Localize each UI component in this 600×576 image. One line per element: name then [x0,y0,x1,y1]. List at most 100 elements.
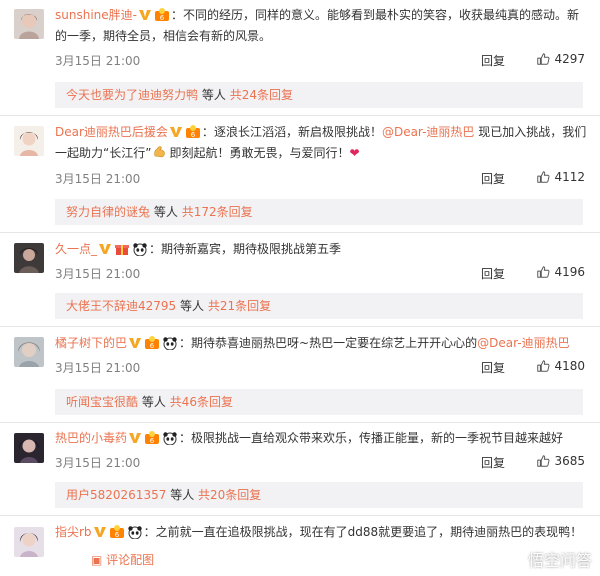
divider [0,515,600,516]
timestamp: 3月15日 21:00 [55,172,141,186]
sub-replies-box[interactable]: 努力自律的谜兔 等人 共172条回复 [55,199,583,225]
sub-replies-box[interactable]: 用户5820261357 等人 共20条回复 [55,482,583,508]
like-count: 4180 [554,359,585,373]
colon: ： [179,336,192,350]
comment-body-end: 即刻起航！勇敢无畏，与爱同行！ [169,146,350,160]
comment-meta: 3月15日 21:00 回复 4196 [55,265,585,283]
username-link[interactable]: 热巴的小毒药 [55,431,127,445]
vip-badge-icon[interactable] [138,8,152,22]
avatar-image [14,126,44,156]
sub-reply-user[interactable]: 听闻宝宝很酷 [66,395,138,409]
sub-reply-total-link[interactable]: 共21条回复 [208,299,271,313]
reply-button[interactable]: 回复 [481,170,505,187]
like-button[interactable]: 4112 [536,170,585,184]
mention-link[interactable]: @Dear-迪丽热巴 [477,336,569,350]
reply-button[interactable]: 回复 [481,454,505,471]
watermark-text: 悟空问答 [527,551,592,570]
comment-text: Dear迪丽热巴后援会 ：逐浪长江滔滔，新启极限挑战！@Dear-迪丽热巴 现已加… [55,122,587,164]
vip-badge-icon[interactable] [128,431,142,445]
wukong-logo-icon [498,547,523,571]
reply-button[interactable]: 回复 [481,52,505,69]
like-button[interactable]: 3685 [536,454,585,468]
colon: ： [179,431,192,445]
thumbs-up-icon [536,52,550,66]
avatar[interactable] [14,433,44,463]
avatar-image [14,527,44,557]
sub-replies-box[interactable]: 今天也要为了迪迪努力鸭 等人 共24条回复 [55,82,583,108]
divider [0,115,600,116]
comment-body: 逐浪长江滔滔，新启极限挑战！ [213,125,382,139]
avatar[interactable] [14,243,44,273]
avatar-image [14,243,44,273]
comment-body: 之前就一直在追极限挑战，现在有了dd88就更要追了，期待迪丽热巴的表现鸭！ [155,525,583,539]
sub-reply-etc: 等人 [170,488,195,502]
thumbs-up-icon [536,359,550,373]
muscle-emoji-icon [152,144,168,160]
vip-badge-icon[interactable] [128,336,142,350]
divider [0,232,600,233]
colon: ： [149,242,162,256]
timestamp: 3月15日 21:00 [55,456,141,470]
fan-level-badge-icon[interactable] [144,431,160,445]
sub-reply-total-link[interactable]: 共20条回复 [198,488,261,502]
thumbs-up-icon [536,454,550,468]
panda-badge-icon[interactable] [132,242,148,256]
comment-picture-label: 评论配图 [106,553,155,567]
heart-emoji-icon: ❤ [349,146,360,160]
sub-reply-total-link[interactable]: 共172条回复 [182,205,253,219]
avatar[interactable] [14,527,44,557]
sub-reply-total-link[interactable]: 共46条回复 [170,395,233,409]
comment-text: 久一点_ ：期待新嘉宾，期待极限挑战第五季 [55,239,587,260]
panda-badge-icon[interactable] [127,525,143,539]
like-button[interactable]: 4180 [536,359,585,373]
sub-replies-box[interactable]: 大佬王不辞迪42795 等人 共21条回复 [55,293,583,319]
username-link[interactable]: Dear迪丽热巴后援会 [55,125,168,139]
comment-meta: 3月15日 21:00 回复 4297 [55,52,585,70]
like-button[interactable]: 4297 [536,52,585,66]
avatar-image [14,433,44,463]
vip-badge-icon[interactable] [98,242,112,256]
username-link[interactable]: 指尖rb [55,525,92,539]
sub-reply-user[interactable]: 大佬王不辞迪42795 [66,299,176,313]
vip-badge-icon[interactable] [93,525,107,539]
like-count: 4196 [554,265,585,279]
divider [0,326,600,327]
sub-reply-user[interactable]: 努力自律的谜兔 [66,205,150,219]
sub-replies-box[interactable]: 听闻宝宝很酷 等人 共46条回复 [55,389,583,415]
thumbs-up-icon [536,265,550,279]
sub-reply-user[interactable]: 今天也要为了迪迪努力鸭 [66,88,198,102]
username-link[interactable]: 橘子树下的巴 [55,336,127,350]
mention-link[interactable]: @Dear-迪丽热巴 [382,125,474,139]
reply-button[interactable]: 回复 [481,359,505,376]
colon: ： [201,125,214,139]
panda-badge-icon[interactable] [162,431,178,445]
avatar[interactable] [14,9,44,39]
panda-badge-icon[interactable] [162,336,178,350]
reply-button[interactable]: 回复 [481,265,505,282]
username-link[interactable]: sunshine胖迪- [55,8,137,22]
timestamp: 3月15日 21:00 [55,54,141,68]
comment-picture-link[interactable]: ▣ 评论配图 [91,552,154,568]
avatar[interactable] [14,337,44,367]
fan-level-badge-icon[interactable] [154,8,170,22]
comment-meta: 3月15日 21:00 回复 4112 [55,170,585,188]
like-count: 3685 [554,454,585,468]
sub-reply-total-link[interactable]: 共24条回复 [230,88,293,102]
comment-body: 极限挑战一直给观众带来欢乐，传播正能量，新的一季祝节目越来越好 [191,431,564,445]
like-count: 4112 [554,170,585,184]
colon: ： [170,8,183,22]
sub-reply-user[interactable]: 用户5820261357 [66,488,166,502]
fan-level-badge-icon[interactable] [185,125,201,139]
image-icon: ▣ [91,553,103,567]
like-count: 4297 [554,52,585,66]
comment-text: 橘子树下的巴 ：期待恭喜迪丽热巴呀~热巴一定要在综艺上开开心心的@Dear-迪丽热… [55,333,587,354]
username-link[interactable]: 久一点_ [55,242,97,256]
vip-badge-icon[interactable] [169,125,183,139]
like-button[interactable]: 4196 [536,265,585,279]
gift-badge-icon[interactable] [114,242,130,256]
comment-meta: 3月15日 21:00 回复 4180 [55,359,585,377]
fan-level-badge-icon[interactable] [144,336,160,350]
avatar[interactable] [14,126,44,156]
fan-level-badge-icon[interactable] [109,525,125,539]
comment-body: 期待新嘉宾，期待极限挑战第五季 [161,242,342,256]
